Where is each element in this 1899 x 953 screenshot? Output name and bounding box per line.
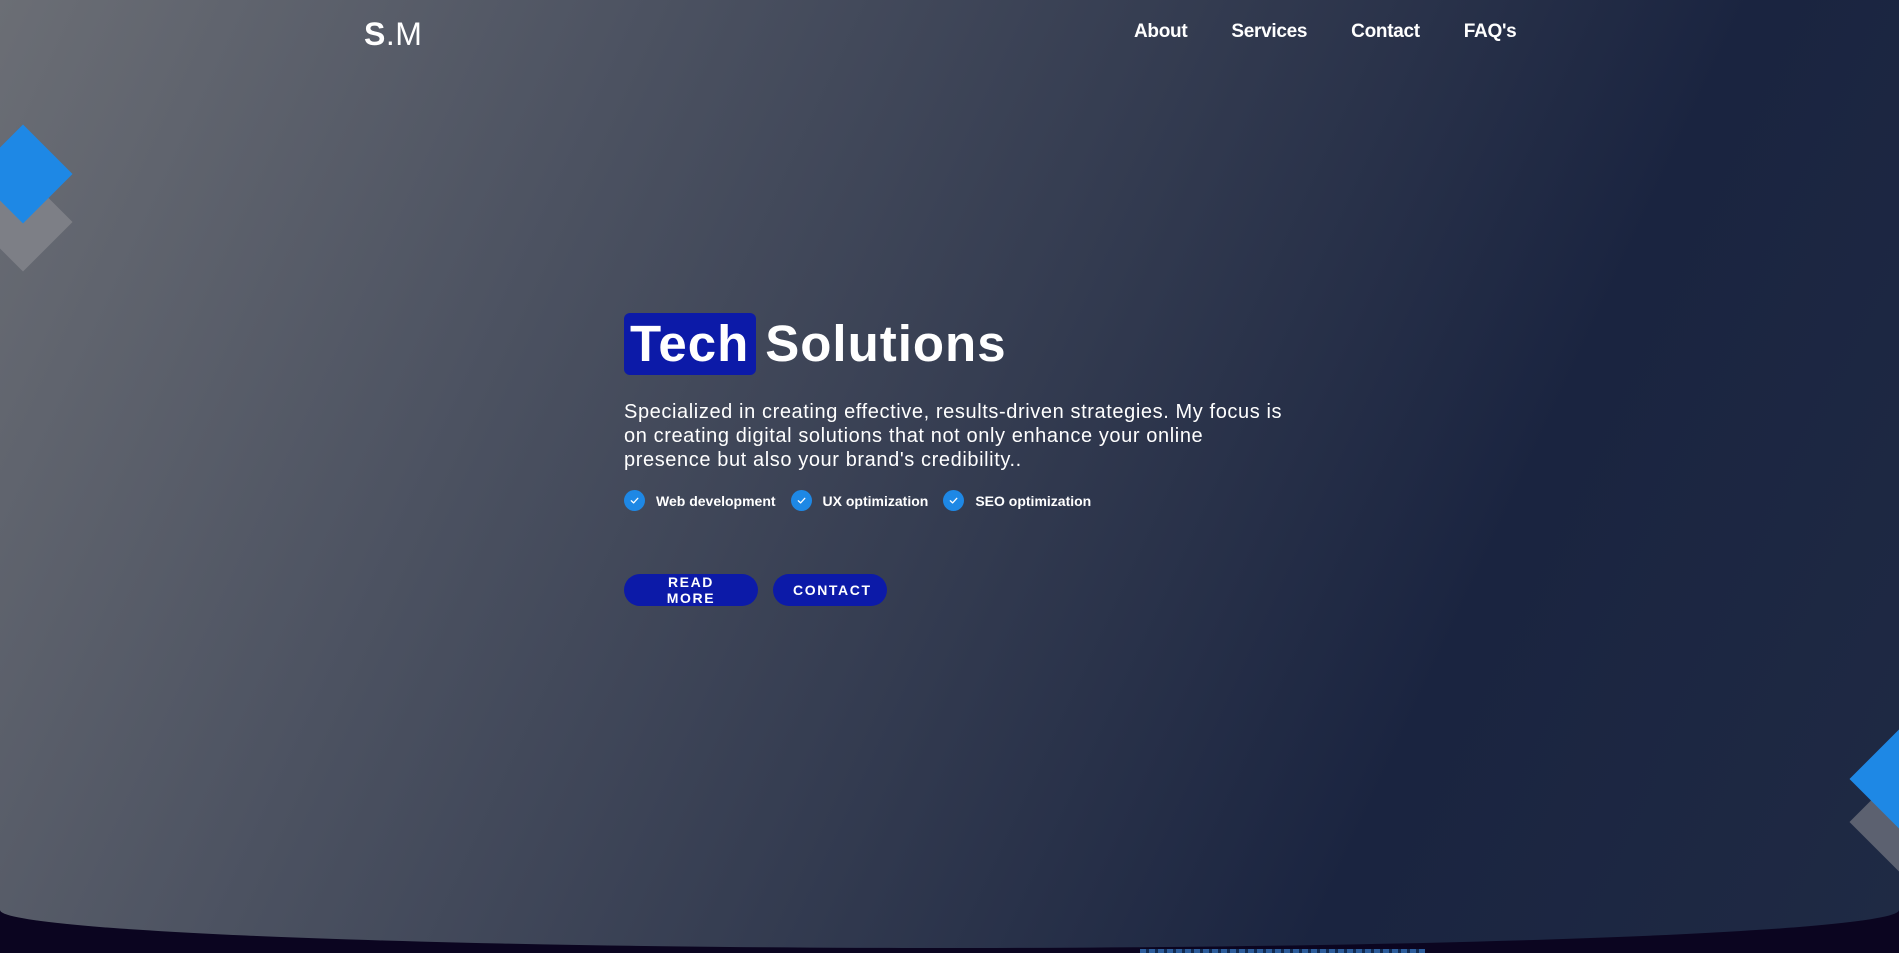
- feature-item-web-development: Web development: [624, 490, 776, 511]
- read-more-button[interactable]: READ MORE: [624, 574, 758, 606]
- hero-section: S.M About Services Contact FAQ's Tech Sol…: [0, 0, 1899, 948]
- hero-title: Tech Solutions: [624, 312, 1284, 376]
- nav-link-services[interactable]: Services: [1231, 20, 1307, 44]
- feature-label: UX optimization: [822, 492, 929, 509]
- logo-suffix: .M: [385, 16, 423, 52]
- logo-initial: S: [364, 16, 386, 52]
- check-icon: [790, 490, 812, 511]
- feature-label: Web development: [656, 492, 776, 509]
- nav-link-about[interactable]: About: [1134, 20, 1188, 44]
- nav-link-faq[interactable]: FAQ's: [1464, 20, 1517, 44]
- feature-item-ux-optimization: UX optimization: [790, 490, 929, 511]
- main-nav: About Services Contact FAQ's: [1134, 20, 1517, 44]
- hero-description: Specialized in creating effective, resul…: [624, 401, 1283, 471]
- feature-label: SEO optimization: [975, 492, 1092, 509]
- check-icon: [624, 490, 645, 511]
- title-rest: Solutions: [765, 315, 1007, 372]
- page: S.M About Services Contact FAQ's Tech Sol…: [0, 0, 1899, 953]
- title-highlight: Tech: [624, 313, 757, 375]
- check-icon: [943, 490, 965, 511]
- nav-link-contact[interactable]: Contact: [1351, 20, 1420, 44]
- hero-content: Tech Solutions Specialized in creating ef…: [624, 312, 1284, 606]
- feature-list: Web development UX optimization SEO opti…: [624, 490, 1284, 511]
- contact-button[interactable]: CONTACT: [773, 574, 887, 606]
- feature-item-seo-optimization: SEO optimization: [943, 490, 1091, 511]
- decorative-diamond-left-blue: [0, 124, 73, 224]
- logo[interactable]: S.M: [364, 14, 422, 54]
- hero-buttons: READ MORE CONTACT: [624, 574, 887, 606]
- decorative-stripe: [1140, 949, 1425, 953]
